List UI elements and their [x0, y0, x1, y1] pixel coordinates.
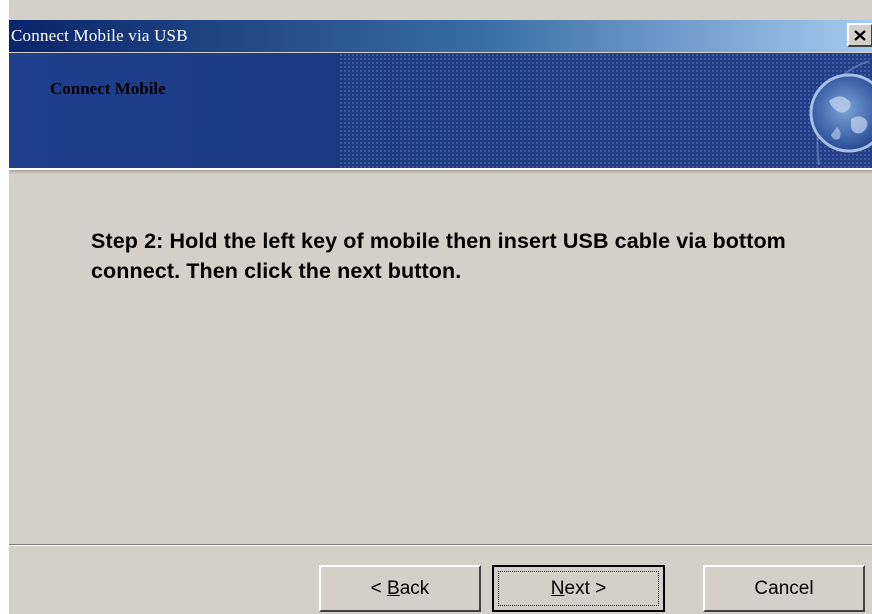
window-title: Connect Mobile via USB — [11, 26, 188, 45]
focus-rectangle: Next > — [498, 571, 659, 606]
close-icon — [854, 29, 866, 41]
header-banner: Connect Mobile — [9, 53, 872, 170]
next-button[interactable]: Next > — [492, 565, 665, 612]
banner-pattern — [339, 53, 872, 170]
close-button[interactable] — [847, 23, 872, 47]
wizard-window: Connect Mobile via USB Connect Mobile St… — [8, 0, 872, 614]
next-mnemonic: N — [550, 577, 565, 599]
back-button[interactable]: < Back — [319, 565, 481, 612]
back-mnemonic: B — [387, 577, 400, 599]
cancel-label: Cancel — [754, 577, 814, 599]
button-separator — [9, 544, 872, 546]
next-label-rest: ext > — [564, 577, 607, 599]
back-prefix: < — [370, 577, 388, 599]
cancel-button[interactable]: Cancel — [703, 565, 865, 612]
globe-icon — [809, 61, 872, 165]
banner-shadow — [9, 170, 872, 174]
title-bar[interactable]: Connect Mobile via USB — [9, 20, 872, 52]
banner-title: Connect Mobile — [50, 79, 166, 98]
back-label-rest: ack — [399, 577, 430, 599]
step-instruction: Step 2: Hold the left key of mobile then… — [91, 229, 786, 283]
